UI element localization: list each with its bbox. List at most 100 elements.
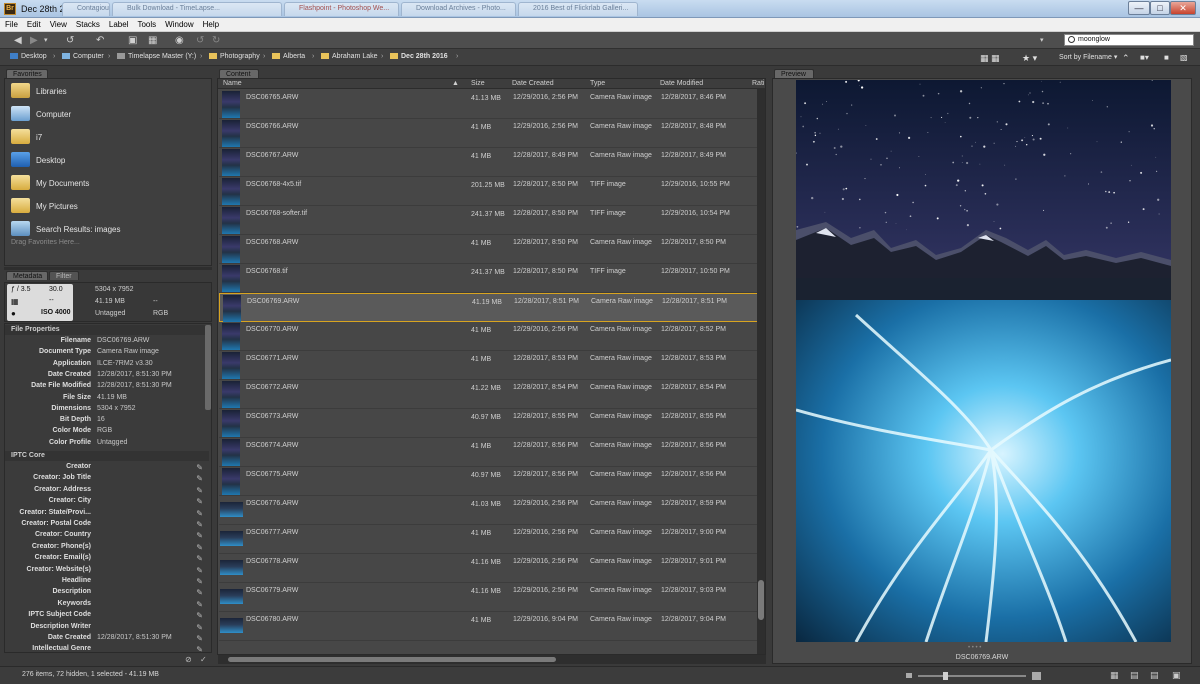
view-list-icon[interactable]: ▤	[1150, 670, 1159, 681]
metadata-row[interactable]: IPTC Subject Code ✎	[5, 611, 205, 622]
search-input[interactable]: moonglow	[1064, 34, 1194, 46]
file-row[interactable]: DSC06776.ARW 41.03 MB 12/29/2016, 2:56 PM C…	[219, 496, 758, 525]
file-thumbnail[interactable]	[220, 531, 243, 546]
open-recent-file-icon[interactable]: ■▾	[1140, 53, 1149, 62]
file-row[interactable]: DSC06773.ARW 40.97 MB 12/28/2017, 8:55 PM C…	[219, 409, 758, 438]
metadata-row[interactable]: Description Writer ✎	[5, 623, 205, 634]
file-thumbnail[interactable]	[222, 236, 240, 263]
column-type[interactable]: Type	[590, 80, 605, 87]
edit-pencil-icon[interactable]: ✎	[196, 497, 203, 506]
column-rating[interactable]: Rati	[752, 80, 764, 87]
sort-arrow-icon[interactable]: ▲	[452, 80, 459, 87]
file-row[interactable]: DSC06768.tif 241.37 MB 12/28/2017, 8:50 PM…	[219, 264, 758, 293]
metadata-row[interactable]: Headline ✎	[5, 577, 205, 588]
breadcrumb-desktop[interactable]: Desktop	[10, 53, 47, 60]
maximize-button[interactable]: □	[1150, 1, 1170, 15]
file-thumbnail[interactable]	[220, 589, 243, 604]
panel-splitter[interactable]	[4, 267, 212, 270]
edit-pencil-icon[interactable]: ✎	[196, 463, 203, 472]
metadata-list[interactable]: File Properties Filename DSC06769.ARW Docum…	[4, 323, 212, 653]
file-thumbnail[interactable]	[220, 560, 243, 575]
file-thumbnail[interactable]	[222, 91, 240, 118]
metadata-row[interactable]: Creator: Email(s) ✎	[5, 554, 205, 565]
output-icon[interactable]: ◉	[175, 35, 184, 46]
content-horizontal-thumb[interactable]	[228, 657, 556, 662]
metadata-row[interactable]: Creator: Country ✎	[5, 531, 205, 542]
metadata-row[interactable]: Creator: Website(s) ✎	[5, 566, 205, 577]
breadcrumb-separator[interactable]: ›	[200, 53, 202, 60]
background-tab[interactable]: Contagious...	[62, 2, 110, 16]
menu-help[interactable]: Help	[198, 18, 223, 29]
file-row[interactable]: DSC06771.ARW 41 MB 12/28/2017, 8:53 PM Came…	[219, 351, 758, 380]
metadata-row[interactable]: Creator ✎	[5, 463, 205, 474]
star-filter-icon[interactable]: ★ ▾	[1022, 53, 1037, 64]
no-entry-icon[interactable]: ⊘	[185, 655, 192, 664]
view-details-icon[interactable]: ▤	[1130, 670, 1139, 681]
bridge-app-icon[interactable]: Br	[4, 3, 16, 15]
tab-content[interactable]: Content	[219, 69, 259, 78]
file-thumbnail[interactable]	[222, 410, 240, 437]
edit-pencil-icon[interactable]: ✎	[196, 531, 203, 540]
close-button[interactable]: ✕	[1170, 1, 1196, 15]
breadcrumb-separator[interactable]: ›	[456, 53, 458, 60]
file-row[interactable]: DSC06768-4x5.tif 201.25 MB 12/28/2017, 8:5…	[219, 177, 758, 206]
rotate-left-icon[interactable]: ↺	[196, 35, 204, 46]
file-row[interactable]: DSC06770.ARW 41 MB 12/29/2016, 2:56 PM Came…	[219, 322, 758, 351]
thumbnail-slider-handle[interactable]	[943, 672, 948, 680]
tab-favorites[interactable]: Favorites	[6, 69, 48, 78]
breadcrumb-computer[interactable]: Computer	[62, 53, 104, 60]
metadata-row[interactable]: Keywords ✎	[5, 600, 205, 611]
file-row[interactable]: DSC06766.ARW 41 MB 12/29/2016, 2:56 PM Came…	[219, 119, 758, 148]
file-row[interactable]: DSC06768-softer.tif 241.37 MB 12/28/2017, …	[219, 206, 758, 235]
favorite-search-results[interactable]: Search Results: images	[11, 219, 207, 239]
metadata-row[interactable]: Description ✎	[5, 588, 205, 599]
breadcrumb-abraham-lake[interactable]: Abraham Lake	[321, 53, 378, 60]
thumbnail-large-icon[interactable]	[1032, 672, 1041, 680]
content-vertical-scrollbar[interactable]	[757, 88, 765, 654]
edit-pencil-icon[interactable]: ✎	[196, 577, 203, 586]
thumbnail-size-slider[interactable]	[918, 675, 1026, 677]
edit-pencil-icon[interactable]: ✎	[196, 566, 203, 575]
breadcrumb-current-folder[interactable]: Dec 28th 2016	[390, 53, 448, 60]
background-tab[interactable]: 2016 Best of Flickrlab Galleri...	[518, 2, 638, 16]
metadata-row[interactable]: Date Created 12/28/2017, 8:51:30 PM ✎	[5, 634, 205, 645]
sort-ascending-icon[interactable]: ⌃	[1122, 53, 1130, 64]
column-date-created[interactable]: Date Created	[512, 80, 554, 87]
favorite-my-pictures[interactable]: My Pictures	[11, 196, 207, 216]
preview-image[interactable]	[796, 80, 1171, 642]
metadata-row[interactable]: Intellectual Genre ✎	[5, 645, 205, 652]
menu-file[interactable]: File	[0, 18, 22, 29]
favorite-desktop[interactable]: Desktop	[11, 150, 207, 170]
breadcrumb-separator[interactable]: ›	[381, 53, 383, 60]
forward-arrow-icon[interactable]: ▶	[30, 35, 38, 46]
favorite-my-documents[interactable]: My Documents	[11, 173, 207, 193]
menu-window[interactable]: Window	[160, 18, 197, 29]
edit-pencil-icon[interactable]: ✎	[196, 554, 203, 563]
file-thumbnail[interactable]	[222, 178, 240, 205]
edit-pencil-icon[interactable]: ✎	[196, 634, 203, 643]
background-tab[interactable]: Download Archives - Photo...	[401, 2, 516, 16]
file-thumbnail[interactable]	[222, 323, 240, 350]
file-thumbnail[interactable]	[222, 120, 240, 147]
menu-tools[interactable]: Tools	[132, 18, 160, 29]
tab-filter[interactable]: Filter	[49, 271, 79, 280]
favorite-computer[interactable]: Computer	[11, 104, 207, 124]
menu-view[interactable]: View	[45, 18, 71, 29]
edit-pencil-icon[interactable]: ✎	[196, 486, 203, 495]
return-to-photoshop-icon[interactable]: ↶	[96, 35, 104, 46]
metadata-row[interactable]: Creator: Phone(s) ✎	[5, 543, 205, 554]
menu-label[interactable]: Label	[104, 18, 133, 29]
content-scroll-thumb[interactable]	[758, 580, 764, 620]
metadata-row[interactable]: Creator: Postal Code ✎	[5, 520, 205, 531]
breadcrumb-separator[interactable]: ›	[312, 53, 314, 60]
file-row-selected[interactable]: DSC06769.ARW 41.19 MB 12/28/2017, 8:51 PM C…	[219, 293, 758, 322]
dropdown-caret-icon[interactable]: ▾	[44, 35, 48, 46]
camera-download-icon[interactable]: ▣	[128, 35, 137, 46]
menu-stacks[interactable]: Stacks	[71, 18, 104, 29]
favorite-i7[interactable]: i7	[11, 127, 207, 147]
file-thumbnail[interactable]	[223, 295, 241, 322]
file-thumbnail[interactable]	[220, 502, 243, 517]
file-row[interactable]: DSC06774.ARW 41 MB 12/28/2017, 8:56 PM Came…	[219, 438, 758, 467]
edit-pencil-icon[interactable]: ✎	[196, 611, 203, 620]
file-row[interactable]: DSC06768.ARW 41 MB 12/28/2017, 8:50 PM Came…	[219, 235, 758, 264]
